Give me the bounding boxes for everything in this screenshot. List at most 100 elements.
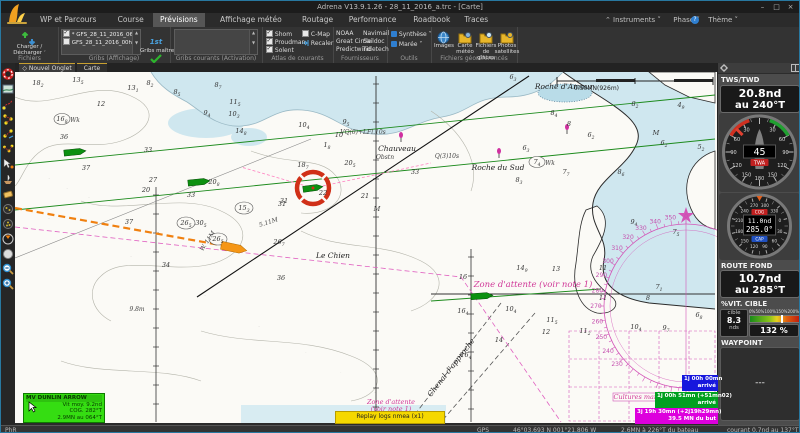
- tool-chart-icon[interactable]: [2, 80, 14, 94]
- provider-saildoc[interactable]: Saildoc: [363, 38, 385, 45]
- svg-text:90: 90: [730, 150, 736, 156]
- layout-icon[interactable]: [791, 64, 800, 72]
- gear-icon[interactable]: [720, 64, 728, 72]
- provider-navimail[interactable]: Navimail: [363, 30, 389, 37]
- depth-sounding: 8: [567, 120, 571, 128]
- grib-item[interactable]: * GFS_28_11_2016_06h.grib2: [62, 30, 140, 38]
- depth-sounding: 205: [343, 159, 355, 169]
- instruments-caret-icon[interactable]: ⌃: [605, 13, 611, 27]
- maximize-button[interactable]: □: [770, 2, 783, 12]
- tab-roadbook[interactable]: Roadbook: [406, 13, 457, 27]
- gauge-tick-label: 200%: [787, 309, 799, 314]
- tool-zoom-in-icon[interactable]: [2, 275, 14, 290]
- tool-mob-lifebuoy-icon[interactable]: [2, 65, 14, 80]
- minimize-button[interactable]: –: [756, 2, 769, 12]
- depth-sounding: 208: [207, 178, 219, 188]
- routing-line: 1j 00h 51mn (+51mn02): [657, 393, 732, 399]
- gribs-list[interactable]: ▲▼ * GFS_28_11_2016_06h.grib2 GFS_28_11_…: [61, 29, 141, 55]
- tab-traces[interactable]: Traces: [457, 13, 495, 27]
- svg-text:0: 0: [778, 218, 781, 223]
- rose-degree-label: 260: [592, 319, 604, 326]
- grib-item[interactable]: GFS_28_11_2016_00h.grib2: [62, 38, 140, 46]
- routing-result-magenta: 3j 19h 30mn (+2j19h29mn) 39.5 MN du but: [635, 408, 722, 424]
- nautical-chart[interactable]: 1821351311282858711594 103148168363733272…: [15, 72, 717, 423]
- gribs-courants-scrollbar[interactable]: ▲ ▼: [249, 30, 257, 54]
- tool-synthse[interactable]: Synthèse ˅: [391, 31, 432, 38]
- depth-sounding: 18: [323, 141, 330, 151]
- checkbox-checked-icon[interactable]: [266, 45, 273, 53]
- waypoint-label: WAYPOINT: [721, 339, 763, 347]
- check-c-map[interactable]: C-Map: [302, 30, 330, 38]
- sog-display-value: 10.7nd: [738, 272, 782, 285]
- sog-value: 11.0nd: [748, 217, 772, 225]
- svg-text:90: 90: [782, 150, 788, 156]
- tool-route-flags-icon[interactable]: [2, 140, 14, 153]
- compass-dial[interactable]: 0 30 60 90 120 150 180 210 240 270 300 330 COG 11.0nd…: [719, 193, 799, 260]
- route-fond-label: ROUTE FOND: [721, 262, 773, 270]
- tab-routage[interactable]: Routage: [295, 13, 340, 27]
- wind-angle-dial[interactable]: 30 30 60 60 90 90 120 120 150 150 180 45 TWA: [719, 113, 799, 192]
- depth-sounding: 83: [515, 176, 522, 186]
- checkbox-checked-icon[interactable]: [266, 37, 273, 45]
- gauge-tick-label: 0%: [749, 309, 756, 314]
- tab-wp-et-parcours[interactable]: WP et Parcours: [33, 13, 103, 27]
- depth-sounding: 31: [280, 197, 288, 205]
- adrena-logo-icon: [3, 2, 29, 26]
- checkbox-icon[interactable]: [63, 38, 70, 45]
- routing-line: 1j 00h 00mn: [684, 376, 723, 382]
- tab-performance[interactable]: Performance: [342, 13, 404, 27]
- gauge-scale: 0% 50% 100% 150% 200%: [749, 309, 799, 314]
- tab-course[interactable]: Course: [111, 13, 151, 27]
- gribs-list-scrollbar[interactable]: ▲ ▼: [132, 30, 140, 54]
- tool-eraser-icon[interactable]: [2, 185, 14, 199]
- close-button[interactable]: ×: [784, 2, 797, 12]
- tool-route-icon[interactable]: [2, 95, 14, 110]
- depth-sounding: 37: [82, 164, 91, 172]
- chart-letter: D: [130, 256, 132, 258]
- tool-mare[interactable]: Marée ˅: [391, 41, 422, 48]
- tool-waypoints-icon[interactable]: [2, 110, 14, 125]
- status-user: PhR: [5, 427, 17, 433]
- status-position: 46°03.693 N 001°21.806 W: [513, 427, 597, 433]
- route-fond-display[interactable]: 10.7nd au 285°T: [720, 270, 799, 298]
- menu-instruments[interactable]: Instruments ˅: [613, 13, 661, 27]
- grib-item-label: GFS_28_11_2016_00h.grib2: [71, 40, 140, 46]
- tool-route-edit-icon[interactable]: [2, 125, 14, 139]
- checkbox-checked-icon[interactable]: [63, 30, 70, 37]
- gribs-courants-list[interactable]: ▲ ▼: [174, 29, 258, 55]
- beacon-symbols: [399, 124, 569, 158]
- status-gps: GPS: [477, 427, 490, 433]
- tws-twd-display[interactable]: 20.8nd au 240°T: [720, 85, 799, 113]
- provider-tidetech[interactable]: Tidetech: [363, 46, 389, 53]
- status-bar: PhR GPS 46°03.693 N 001°21.806 W 2.6MN à…: [1, 425, 799, 433]
- help-icon[interactable]: ?: [691, 16, 699, 24]
- tws-twd-label: TWS/TWD: [721, 76, 760, 84]
- depth-sounding: 82: [146, 79, 153, 89]
- tab-pr-visions[interactable]: Prévisions: [153, 13, 205, 27]
- tool-meter-b-icon[interactable]: [2, 215, 14, 229]
- svg-text:330: 330: [770, 209, 778, 214]
- chart-area[interactable]: 182 135 131 12 82 85 87 115 94 103 148 168 36 37 33 27 2…: [15, 72, 717, 423]
- routing-line: 39.5 MN du but: [668, 416, 716, 422]
- first-badge: 1st: [149, 38, 163, 46]
- tool-zoom-out-icon[interactable]: [2, 260, 14, 275]
- replay-logs-badge[interactable]: Replay logs nmea (x1): [335, 411, 445, 424]
- checkbox-checked-icon[interactable]: [266, 29, 273, 37]
- tab-affichage-m-t-o[interactable]: Affichage météo: [213, 13, 289, 27]
- provider-noaa[interactable]: NOAA: [336, 30, 353, 37]
- tool-compass-tool-icon[interactable]: [2, 230, 14, 245]
- recaler-button[interactable]: Recaler: [302, 40, 333, 47]
- tool-meter-a-icon[interactable]: [2, 200, 14, 214]
- waypoint-display[interactable]: ---: [720, 347, 799, 421]
- tool-boat-icon[interactable]: [2, 170, 14, 184]
- chart-letter: h: [89, 197, 90, 199]
- checkbox-icon[interactable]: [302, 30, 309, 37]
- depth-sounding: 104: [505, 305, 516, 315]
- menu-thème[interactable]: Thème ˅: [708, 13, 738, 27]
- tool-pan-icon[interactable]: [2, 245, 14, 259]
- check-solent[interactable]: Solent: [266, 45, 294, 54]
- check-proudman[interactable]: Proudman: [266, 37, 305, 46]
- tool-cursor-route-icon[interactable]: [2, 155, 14, 169]
- gauge-tick-label: 150%: [776, 309, 788, 314]
- synthèse-icon: [391, 31, 397, 37]
